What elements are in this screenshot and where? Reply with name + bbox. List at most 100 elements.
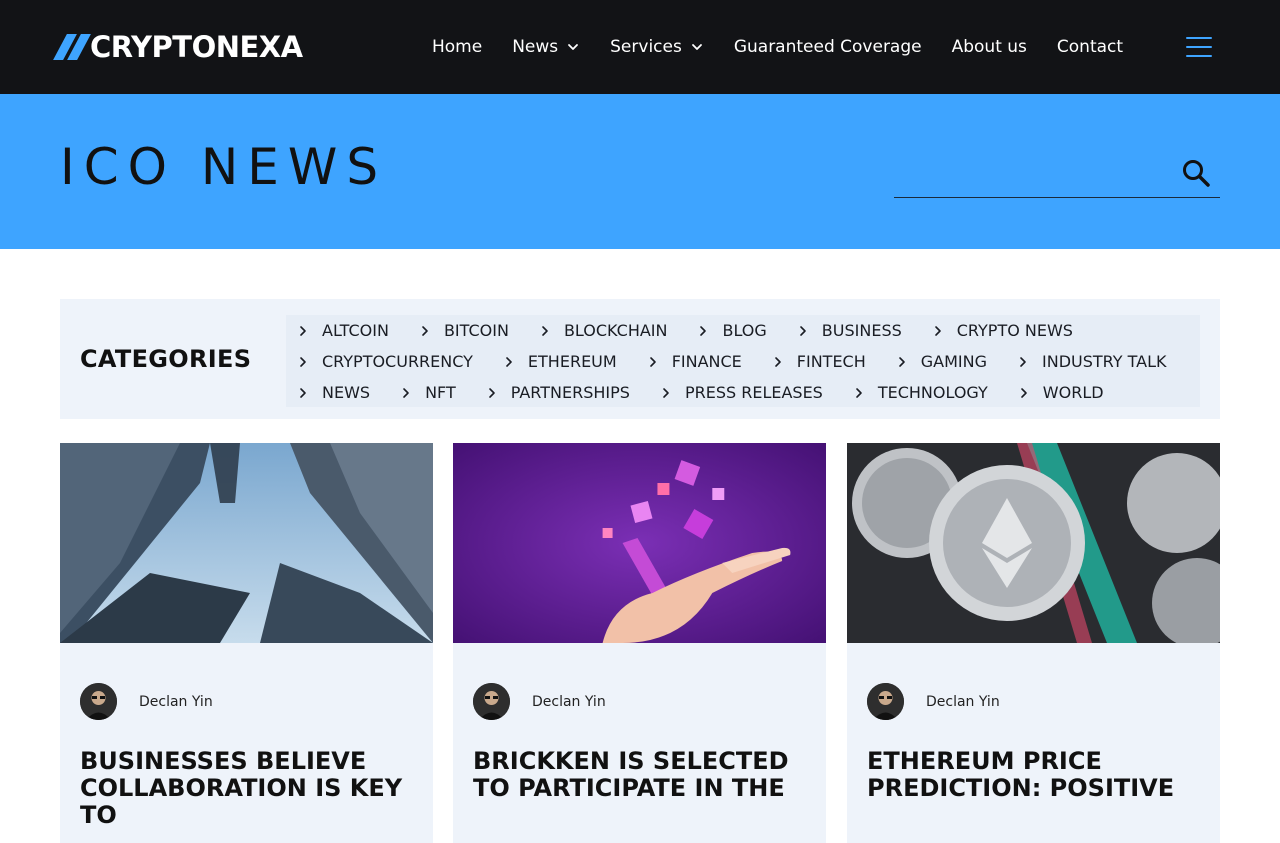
chevron-right-icon <box>487 387 497 399</box>
category-link[interactable]: BLOCKCHAIN <box>540 321 684 340</box>
author-name: Declan Yin <box>139 693 213 710</box>
chevron-right-icon <box>798 325 808 337</box>
category-link[interactable]: ETHEREUM <box>504 352 633 371</box>
category-label: FINTECH <box>796 352 866 371</box>
post-card[interactable]: Declan Yin BRICKKEN IS SELECTED TO PARTI… <box>453 443 826 843</box>
search-input[interactable] <box>894 157 1168 191</box>
category-link[interactable]: GAMING <box>897 352 1003 371</box>
chevron-right-icon <box>504 356 514 368</box>
chevron-right-icon <box>897 356 907 368</box>
nav-item-label: Contact <box>1056 37 1124 57</box>
logo-mark-icon <box>53 34 91 60</box>
site-logo[interactable]: CRYPTONEXA <box>53 29 303 65</box>
avatar <box>473 683 510 720</box>
category-link[interactable]: ALTCOIN <box>298 321 405 340</box>
chevron-right-icon <box>420 325 430 337</box>
main-nav: Home News Services Guaranteed Coverage A… <box>432 0 1153 94</box>
nav-item-label: About us <box>951 37 1027 57</box>
avatar <box>867 683 904 720</box>
nav-item-home[interactable]: Home <box>432 37 482 57</box>
category-link[interactable]: TECHNOLOGY <box>854 383 1004 402</box>
avatar <box>80 683 117 720</box>
post-image[interactable] <box>453 443 826 643</box>
category-label: CRYPTO NEWS <box>956 321 1073 340</box>
logo-text: CRYPTONEXA <box>90 30 303 64</box>
chevron-right-icon <box>401 387 411 399</box>
category-link[interactable]: PRESS RELEASES <box>661 383 839 402</box>
category-link[interactable]: BLOG <box>698 321 782 340</box>
post-card[interactable]: Declan Yin BUSINESSES BELIEVE COLLABORAT… <box>60 443 433 843</box>
search-button[interactable] <box>1172 149 1220 197</box>
chevron-down-icon <box>566 40 580 54</box>
chevron-right-icon <box>661 387 671 399</box>
category-label: BUSINESS <box>821 321 902 340</box>
nav-item-news[interactable]: News <box>512 37 580 57</box>
category-label: BLOCKCHAIN <box>563 321 668 340</box>
category-link[interactable]: FINTECH <box>773 352 882 371</box>
chevron-right-icon <box>1018 356 1028 368</box>
chevron-right-icon <box>648 356 658 368</box>
search-form <box>894 149 1220 198</box>
category-label: ALTCOIN <box>322 321 389 340</box>
page-title: ICO NEWS <box>60 138 388 196</box>
post-author[interactable]: Declan Yin <box>473 683 606 720</box>
nav-item-guaranteed-coverage[interactable]: Guaranteed Coverage <box>734 37 922 57</box>
categories-heading: CATEGORIES <box>80 345 252 373</box>
categories-panel: CATEGORIES ALTCOIN BITCOIN BLOCKCHAIN BLOG B… <box>60 299 1220 419</box>
page-hero: ICO NEWS <box>0 94 1280 249</box>
nav-item-about-us[interactable]: About us <box>952 37 1027 57</box>
category-link[interactable]: FINANCE <box>648 352 758 371</box>
category-label: TECHNOLOGY <box>877 383 988 402</box>
post-title[interactable]: BRICKKEN IS SELECTED TO PARTICIPATE IN T… <box>473 748 806 802</box>
post-author[interactable]: Declan Yin <box>867 683 1000 720</box>
post-title[interactable]: BUSINESSES BELIEVE COLLABORATION IS KEY … <box>80 748 413 829</box>
nav-item-label: Guaranteed Coverage <box>733 37 922 57</box>
post-title[interactable]: ETHEREUM PRICE PREDICTION: POSITIVE <box>867 748 1200 802</box>
category-label: PARTNERSHIPS <box>510 383 630 402</box>
search-icon <box>1181 158 1211 188</box>
post-image[interactable] <box>847 443 1220 643</box>
nav-item-contact[interactable]: Contact <box>1057 37 1123 57</box>
chevron-right-icon <box>698 325 708 337</box>
post-author[interactable]: Declan Yin <box>80 683 213 720</box>
category-link[interactable]: BUSINESS <box>798 321 918 340</box>
chevron-right-icon <box>1019 387 1029 399</box>
nav-item-label: Services <box>610 37 682 57</box>
category-label: BLOG <box>722 321 767 340</box>
category-label: FINANCE <box>671 352 742 371</box>
chevron-right-icon <box>540 325 550 337</box>
posts-grid: Declan Yin BUSINESSES BELIEVE COLLABORAT… <box>60 443 1220 843</box>
categories-row: CRYPTOCURRENCY ETHEREUM FINANCE FINTECH GAMI… <box>286 346 1182 377</box>
author-name: Declan Yin <box>926 693 1000 710</box>
category-link[interactable]: PARTNERSHIPS <box>487 383 646 402</box>
category-label: CRYPTOCURRENCY <box>322 352 473 371</box>
category-label: INDUSTRY TALK <box>1042 352 1167 371</box>
category-link[interactable]: NFT <box>401 383 472 402</box>
category-label: NEWS <box>322 383 371 402</box>
category-link[interactable]: WORLD <box>1019 383 1120 402</box>
categories-row: ALTCOIN BITCOIN BLOCKCHAIN BLOG BUSINESS CRYP… <box>286 315 1089 346</box>
categories-row: NEWS NFT PARTNERSHIPS PRESS RELEASES TECHNOL… <box>286 377 1120 408</box>
chevron-right-icon <box>773 356 783 368</box>
category-label: GAMING <box>920 352 987 371</box>
post-image[interactable] <box>60 443 433 643</box>
post-card[interactable]: Declan Yin ETHEREUM PRICE PREDICTION: PO… <box>847 443 1220 843</box>
nav-item-label: News <box>512 37 559 57</box>
chevron-right-icon <box>933 325 943 337</box>
category-link[interactable]: NEWS <box>298 383 386 402</box>
chevron-right-icon <box>298 325 308 337</box>
category-link[interactable]: BITCOIN <box>420 321 525 340</box>
category-link[interactable]: CRYPTOCURRENCY <box>298 352 489 371</box>
category-label: ETHEREUM <box>527 352 617 371</box>
chevron-down-icon <box>690 40 704 54</box>
categories-list: ALTCOIN BITCOIN BLOCKCHAIN BLOG BUSINESS CRYP… <box>286 315 1200 407</box>
chevron-right-icon <box>298 387 308 399</box>
category-label: PRESS RELEASES <box>684 383 823 402</box>
category-link[interactable]: CRYPTO NEWS <box>933 321 1089 340</box>
chevron-right-icon <box>298 356 308 368</box>
hamburger-icon[interactable] <box>1186 37 1212 57</box>
category-link[interactable]: INDUSTRY TALK <box>1018 352 1182 371</box>
nav-item-label: Home <box>432 37 483 57</box>
nav-item-services[interactable]: Services <box>610 37 704 57</box>
category-label: NFT <box>425 383 456 402</box>
